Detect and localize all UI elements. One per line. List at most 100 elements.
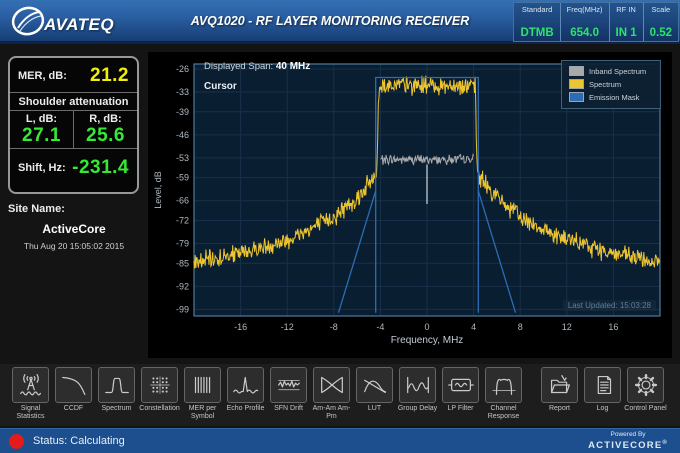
cursor-label: Cursor bbox=[204, 81, 237, 92]
toolbar-button-label: SFN Drift bbox=[274, 405, 303, 412]
gear-icon bbox=[627, 367, 664, 403]
svg-text:-79: -79 bbox=[176, 239, 189, 249]
legend-inband-spectrum-label: Inband Spectrum bbox=[589, 66, 647, 76]
powered-by-label: Powered By bbox=[610, 431, 646, 439]
spectrum-swatch bbox=[569, 79, 584, 89]
shoulder-left-col: L, dB: 27.1 bbox=[10, 111, 73, 148]
report-folder-icon bbox=[541, 367, 578, 403]
status-text: Status: Calculating bbox=[33, 435, 125, 447]
toolbar-button-label: Spectrum bbox=[101, 405, 132, 412]
info-standard-label: Standard bbox=[521, 5, 553, 14]
shift-label: Shift, Hz: bbox=[18, 162, 66, 174]
info-frequency: Freq(MHz) 654.0 bbox=[559, 3, 609, 41]
svg-text:-33: -33 bbox=[176, 87, 189, 97]
ccdf-curve-icon bbox=[55, 367, 92, 403]
toolbar-button-label: Control Panel bbox=[624, 405, 667, 412]
toolbar-button-label: CCDF bbox=[63, 405, 84, 412]
shoulder-right-label: R, dB: bbox=[89, 113, 122, 125]
filter-box-icon bbox=[442, 367, 479, 403]
measurement-panel: MER, dB: 21.2 Shoulder attenuation L, dB… bbox=[8, 56, 139, 194]
log-button[interactable]: Log bbox=[583, 367, 622, 413]
top-bar: AVATEQ AVQ1020 - RF LAYER MONITORING REC… bbox=[0, 0, 680, 44]
svg-text:Level, dB: Level, dB bbox=[153, 171, 163, 209]
shift-value: -231.4 bbox=[72, 157, 129, 178]
svg-text:-59: -59 bbox=[176, 173, 189, 183]
signal-statistics-button[interactable]: Signal Statistics bbox=[11, 367, 50, 421]
info-scale-label: Scale bbox=[651, 5, 671, 14]
legend-item-emission-mask: Emission Mask bbox=[569, 92, 653, 102]
spike-icon bbox=[227, 367, 264, 403]
lut-button[interactable]: LUT bbox=[355, 367, 394, 413]
site-datetime: Thu Aug 20 15:05:02 2015 bbox=[23, 241, 125, 251]
info-standard: Standard DTMB bbox=[514, 3, 559, 41]
bowtie-icon bbox=[313, 367, 350, 403]
am-am-am-pm-button[interactable]: Am-Am Am-Pm bbox=[312, 367, 351, 421]
status-indicator-icon bbox=[9, 433, 24, 449]
powered-by-block: Powered By ACTIVECORE® bbox=[588, 431, 668, 450]
displayed-span-value: 40 MHz bbox=[275, 61, 311, 72]
info-standard-value: DTMB bbox=[520, 27, 554, 39]
displayed-span-label: Displayed Span: bbox=[204, 61, 274, 72]
toolbar-button-label: LUT bbox=[367, 405, 382, 412]
toolbar-button-label: Channel Response bbox=[487, 405, 520, 420]
info-scale-value: 0.52 bbox=[649, 27, 672, 39]
vertical-bars-icon bbox=[184, 367, 221, 403]
legend-spectrum-label: Spectrum bbox=[589, 79, 622, 89]
crossing-curves-icon bbox=[356, 367, 393, 403]
sfn-drift-button[interactable]: SFN Drift bbox=[269, 367, 308, 413]
spectrum-button[interactable]: Spectrum bbox=[97, 367, 136, 413]
toolbar-button-label: Group Delay bbox=[397, 405, 438, 412]
registered-mark: ® bbox=[662, 440, 668, 447]
activecore-brand: ACTIVECORE® bbox=[588, 440, 668, 452]
info-frequency-label: Freq(MHz) bbox=[566, 5, 603, 14]
report-button[interactable]: Report bbox=[540, 367, 579, 413]
svg-text:8: 8 bbox=[518, 322, 523, 332]
info-scale: Scale 0.52 bbox=[642, 3, 678, 41]
svg-text:-8: -8 bbox=[330, 322, 338, 332]
svg-text:-53: -53 bbox=[176, 153, 189, 163]
svg-text:12: 12 bbox=[562, 322, 572, 332]
toolbar-button-label: MER per Symbol bbox=[188, 405, 217, 420]
displayed-span-text: Displayed Span: 40 MHz bbox=[204, 61, 310, 72]
info-rf-input-value: IN 1 bbox=[615, 27, 637, 39]
toolbar-button-label: Signal Statistics bbox=[16, 405, 45, 420]
echo-profile-button[interactable]: Echo Profile bbox=[226, 367, 265, 413]
response-brackets-icon bbox=[485, 367, 522, 403]
spectrum-shape-icon bbox=[98, 367, 135, 403]
mer-label: MER, dB: bbox=[18, 70, 67, 82]
constellation-button[interactable]: Constellation bbox=[139, 367, 180, 413]
shoulder-right-col: R, dB: 25.6 bbox=[73, 111, 137, 148]
receiver-info-strip: Standard DTMB Freq(MHz) 654.0 RF IN IN 1… bbox=[513, 2, 679, 42]
svg-text:0: 0 bbox=[424, 322, 429, 332]
mer-row: MER, dB: 21.2 bbox=[10, 58, 137, 93]
svg-text:-4: -4 bbox=[376, 322, 384, 332]
ccdf-button[interactable]: CCDF bbox=[54, 367, 93, 413]
dot-grid-icon bbox=[141, 367, 178, 403]
toolbar-button-label: Constellation bbox=[139, 405, 180, 412]
antenna-icon bbox=[12, 367, 49, 403]
last-updated-text: Last Updated: 15:03:28 bbox=[562, 300, 656, 311]
group-delay-button[interactable]: Group Delay bbox=[398, 367, 437, 413]
toolbar-button-label: Am-Am Am-Pm bbox=[312, 405, 351, 420]
svg-text:Frequency, MHz: Frequency, MHz bbox=[391, 335, 464, 346]
shoulder-attenuation-title: Shoulder attenuation bbox=[10, 93, 137, 111]
toolbar-button-label: Report bbox=[548, 405, 570, 412]
info-frequency-value: 654.0 bbox=[570, 27, 599, 39]
mer-per-symbol-button[interactable]: MER per Symbol bbox=[183, 367, 222, 421]
delay-curve-icon bbox=[399, 367, 436, 403]
logo-text: AVATEQ bbox=[44, 15, 115, 34]
inband-spectrum-swatch bbox=[569, 66, 584, 76]
svg-text:-39: -39 bbox=[176, 107, 189, 117]
lp-filter-button[interactable]: LP Filter bbox=[441, 367, 480, 413]
svg-text:-46: -46 bbox=[176, 130, 189, 140]
control-panel-button[interactable]: Control Panel bbox=[624, 367, 667, 413]
svg-text:4: 4 bbox=[471, 322, 476, 332]
shoulder-left-value: 27.1 bbox=[22, 125, 61, 146]
toolbar-button-label: Log bbox=[596, 405, 609, 412]
function-toolbar: Signal Statistics CCDF Spectrum Constell… bbox=[0, 364, 680, 426]
site-name-value: ActiveCore bbox=[42, 222, 106, 236]
mer-value: 21.2 bbox=[90, 65, 129, 86]
toolbar-button-label: Echo Profile bbox=[226, 405, 265, 412]
channel-response-button[interactable]: Channel Response bbox=[484, 367, 523, 421]
svg-text:16: 16 bbox=[608, 322, 618, 332]
